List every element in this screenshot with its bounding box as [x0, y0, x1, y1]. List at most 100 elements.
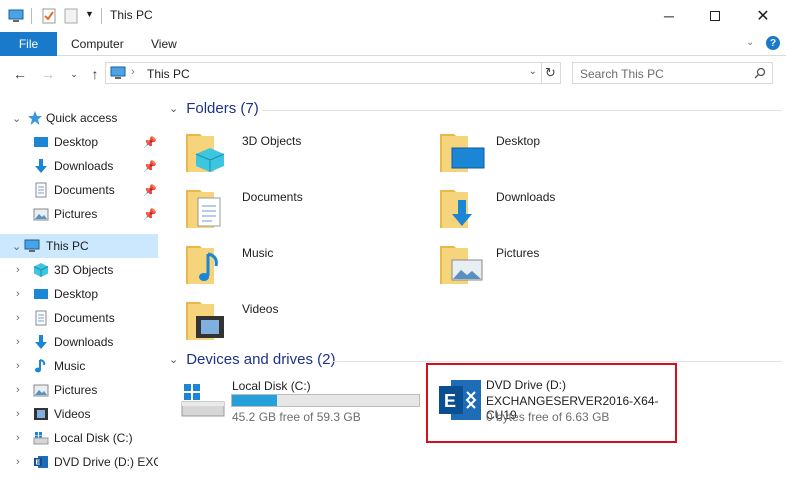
maximize-button[interactable] [692, 0, 738, 32]
nav-quick-access[interactable]: ⌄ Quick access [0, 106, 158, 130]
chevron-right-icon[interactable]: › [16, 264, 20, 276]
folder-label: Music [242, 246, 274, 260]
address-bar[interactable]: › This PC ⌄ [105, 62, 542, 84]
this-pc-icon[interactable] [8, 9, 24, 23]
breadcrumb-separator-icon[interactable]: › [131, 66, 135, 78]
up-button[interactable]: ↑ [85, 64, 105, 84]
documents-icon [35, 182, 47, 198]
chevron-right-icon[interactable]: › [16, 408, 20, 420]
pin-icon[interactable]: 📌 [143, 184, 157, 197]
nav-pc-pictures[interactable]: › Pictures [0, 378, 158, 402]
expand-ribbon-icon[interactable]: ⌄ [746, 37, 754, 48]
folder-music[interactable]: Music [184, 240, 424, 296]
minimize-button[interactable]: ─ [646, 0, 692, 32]
folder-3d-objects[interactable]: 3D Objects [184, 128, 424, 184]
nav-item-label: Local Disk (C:) [54, 431, 133, 445]
nav-item-label: Pictures [54, 383, 98, 397]
drive-usage-bar [231, 394, 420, 407]
chevron-right-icon[interactable]: › [16, 288, 20, 300]
nav-item-label: Documents [54, 183, 115, 197]
new-folder-icon[interactable] [64, 8, 78, 24]
tab-file[interactable]: File [0, 32, 57, 56]
nav-this-pc[interactable]: ⌄ This PC [0, 234, 158, 258]
breadcrumb-this-pc[interactable]: This PC [147, 67, 190, 81]
properties-icon[interactable] [41, 8, 57, 24]
star-icon [28, 111, 42, 125]
nav-pc-videos[interactable]: › Videos [0, 402, 158, 426]
chevron-right-icon[interactable]: › [16, 336, 20, 348]
folder-pictures[interactable]: Pictures [438, 240, 678, 296]
refresh-button[interactable]: ↻ [541, 62, 561, 84]
chevron-right-icon[interactable]: › [16, 360, 20, 372]
recent-locations-button[interactable]: ⌄ [64, 64, 84, 84]
nav-pc-downloads[interactable]: › Downloads [0, 330, 158, 354]
highlight-box [426, 363, 677, 443]
folder-desktop[interactable]: Desktop [438, 128, 678, 184]
pictures-icon [33, 208, 49, 221]
desktop-icon [34, 137, 48, 147]
up-arrow-icon: ↑ [91, 66, 99, 82]
nav-item-label: Desktop [54, 135, 99, 149]
folders-group-header[interactable]: ⌄ Folders (7) [169, 100, 259, 117]
title-bar: ▼ This PC ─ ✕ [0, 0, 786, 32]
chevron-right-icon[interactable]: › [16, 456, 20, 468]
drive-name: Local Disk (C:) [232, 379, 311, 393]
nav-quick-documents[interactable]: Documents 📌 [0, 178, 158, 202]
this-pc-icon [110, 66, 126, 79]
chevron-down-icon[interactable]: ⌄ [169, 102, 178, 115]
back-button[interactable]: ← [10, 64, 30, 84]
chevron-right-icon[interactable]: › [16, 312, 20, 324]
chevron-down-icon[interactable]: ⌄ [12, 240, 21, 253]
folder-videos[interactable]: Videos [184, 296, 424, 352]
documents-folder-icon [186, 190, 221, 228]
nav-item-label: Downloads [54, 335, 114, 349]
drive-usage-fill [232, 395, 277, 406]
tab-view[interactable]: View [151, 32, 177, 56]
address-dropdown-icon[interactable]: ⌄ [529, 66, 537, 77]
nav-pc-desktop[interactable]: › Desktop [0, 282, 158, 306]
nav-pc-dvd-drive[interactable]: › E DVD Drive (D:) EXCH [0, 450, 158, 474]
music-folder-icon [186, 246, 218, 284]
nav-item-label: Documents [54, 311, 115, 325]
forward-arrow-icon: → [41, 66, 55, 82]
chevron-down-icon[interactable]: ⌄ [12, 112, 21, 125]
nav-pc-music[interactable]: › Music [0, 354, 158, 378]
nav-this-pc-label: This PC [46, 239, 89, 253]
window-title: This PC [110, 8, 153, 22]
customize-toolbar-chevron-icon[interactable]: ▼ [85, 9, 94, 19]
refresh-icon: ↻ [545, 65, 556, 80]
nav-quick-desktop[interactable]: Desktop 📌 [0, 130, 158, 154]
devices-group-header[interactable]: ⌄ Devices and drives (2) [169, 351, 335, 368]
pin-icon[interactable]: 📌 [143, 136, 157, 149]
tab-computer[interactable]: Computer [71, 32, 124, 56]
forward-button[interactable]: → [38, 64, 58, 84]
chevron-right-icon[interactable]: › [16, 384, 20, 396]
folder-label: 3D Objects [242, 134, 302, 148]
videos-folder-icon [186, 302, 224, 340]
close-button[interactable]: ✕ [740, 0, 786, 32]
nav-pc-local-disk[interactable]: › Local Disk (C:) [0, 426, 158, 450]
search-input[interactable]: Search This PC [572, 62, 773, 84]
drive-local-disk-c[interactable]: Local Disk (C:) 45.2 GB free of 59.3 GB [180, 376, 430, 426]
downloads-icon [35, 159, 47, 173]
nav-item-label: Music [54, 359, 86, 373]
videos-icon [34, 408, 48, 420]
search-placeholder: Search This PC [580, 67, 664, 81]
chevron-down-icon[interactable]: ⌄ [169, 353, 178, 366]
nav-item-label: Pictures [54, 207, 98, 221]
nav-pc-3d-objects[interactable]: › 3D Objects [0, 258, 158, 282]
pictures-folder-icon [440, 246, 483, 284]
folder-downloads[interactable]: Downloads [438, 184, 678, 240]
nav-quick-downloads[interactable]: Downloads 📌 [0, 154, 158, 178]
nav-pc-documents[interactable]: › Documents [0, 306, 158, 330]
pin-icon[interactable]: 📌 [143, 208, 157, 221]
help-icon[interactable]: ? [766, 36, 780, 50]
content-pane: ⌄ Folders (7) 3D Objects Desktop Documen… [158, 92, 786, 477]
folder-documents[interactable]: Documents [184, 184, 424, 240]
nav-quick-pictures[interactable]: Pictures 📌 [0, 202, 158, 226]
3d-objects-icon [33, 263, 49, 277]
chevron-right-icon[interactable]: › [16, 432, 20, 444]
pictures-icon [33, 384, 49, 397]
folder-label: Documents [242, 190, 303, 204]
pin-icon[interactable]: 📌 [143, 160, 157, 173]
